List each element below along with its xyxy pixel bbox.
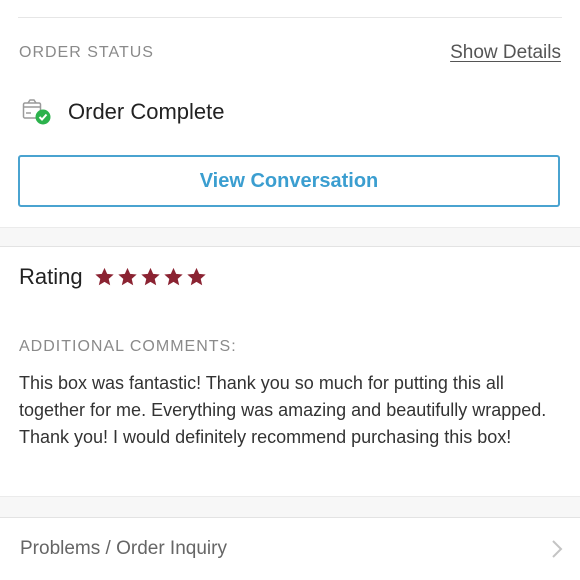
- star-icon: [140, 267, 160, 286]
- star-icon: [117, 267, 137, 286]
- box-check-icon: [22, 98, 52, 126]
- rating-label: Rating: [19, 264, 83, 289]
- top-divider: [18, 17, 562, 18]
- rating-row: Rating: [19, 264, 208, 290]
- chevron-right-icon: [550, 538, 564, 560]
- view-conversation-button[interactable]: View Conversation: [18, 155, 560, 207]
- order-detail-screen: ORDER STATUS Show Details Order Complete…: [0, 0, 580, 580]
- order-inquiry-label: Problems / Order Inquiry: [20, 537, 227, 559]
- star-icon: [186, 267, 206, 286]
- order-inquiry-row[interactable]: Problems / Order Inquiry: [0, 517, 580, 580]
- star-icon: [94, 267, 114, 286]
- order-status-label: ORDER STATUS: [19, 44, 154, 61]
- additional-comments-label: ADDITIONAL COMMENTS:: [19, 338, 237, 355]
- section-divider: [0, 227, 580, 247]
- order-status-text: Order Complete: [68, 99, 225, 124]
- show-details-link[interactable]: Show Details: [450, 42, 561, 64]
- comment-text: This box was fantastic! Thank you so muc…: [19, 373, 547, 447]
- order-status-row: Order Complete: [22, 98, 225, 126]
- star-icon: [163, 267, 183, 286]
- section-divider: [0, 496, 580, 518]
- rating-stars: [93, 266, 208, 288]
